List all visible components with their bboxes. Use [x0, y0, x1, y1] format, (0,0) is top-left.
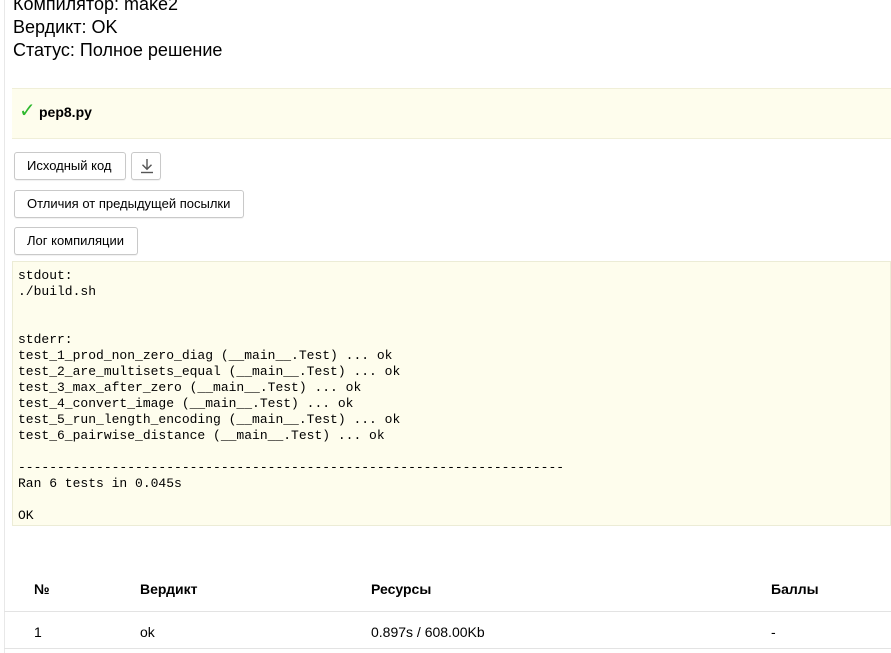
header-number: №	[34, 581, 50, 597]
download-icon	[141, 159, 153, 174]
header-verdict: Вердикт	[140, 581, 198, 597]
compiler-line: Компилятор: make2	[13, 0, 179, 14]
source-code-button[interactable]: Исходный код	[14, 152, 126, 180]
file-name: pep8.py	[39, 104, 92, 120]
download-button[interactable]	[131, 152, 161, 180]
diff-button[interactable]: Отличия от предыдущей посылки	[14, 190, 244, 218]
status-line: Статус: Полное решение	[13, 40, 223, 60]
submission-page: Компилятор: make2 Вердикт: OK Статус: По…	[0, 0, 891, 653]
table-row: 1 ok 0.897s / 608.00Kb -	[4, 612, 891, 649]
submission-info: Компилятор: make2 Вердикт: OK Статус: По…	[13, 0, 222, 62]
table-header: № Вердикт Ресурсы Баллы	[4, 567, 891, 612]
row-number: 1	[34, 624, 42, 640]
header-resources: Ресурсы	[371, 581, 432, 597]
compile-log-button[interactable]: Лог компиляции	[14, 227, 138, 255]
file-panel: ✓ pep8.py	[12, 88, 891, 139]
check-icon: ✓	[19, 100, 36, 122]
row-verdict: ok	[140, 624, 155, 640]
row-resources: 0.897s / 608.00Kb	[371, 624, 485, 640]
compile-log-output: stdout: ./build.sh stderr: test_1_prod_n…	[12, 261, 891, 526]
results-table: № Вердикт Ресурсы Баллы 1 ok 0.897s / 60…	[4, 567, 891, 649]
verdict-line: Вердикт: OK	[13, 17, 118, 37]
header-score: Баллы	[771, 581, 819, 597]
row-score: -	[771, 624, 776, 640]
left-divider	[4, 0, 5, 653]
